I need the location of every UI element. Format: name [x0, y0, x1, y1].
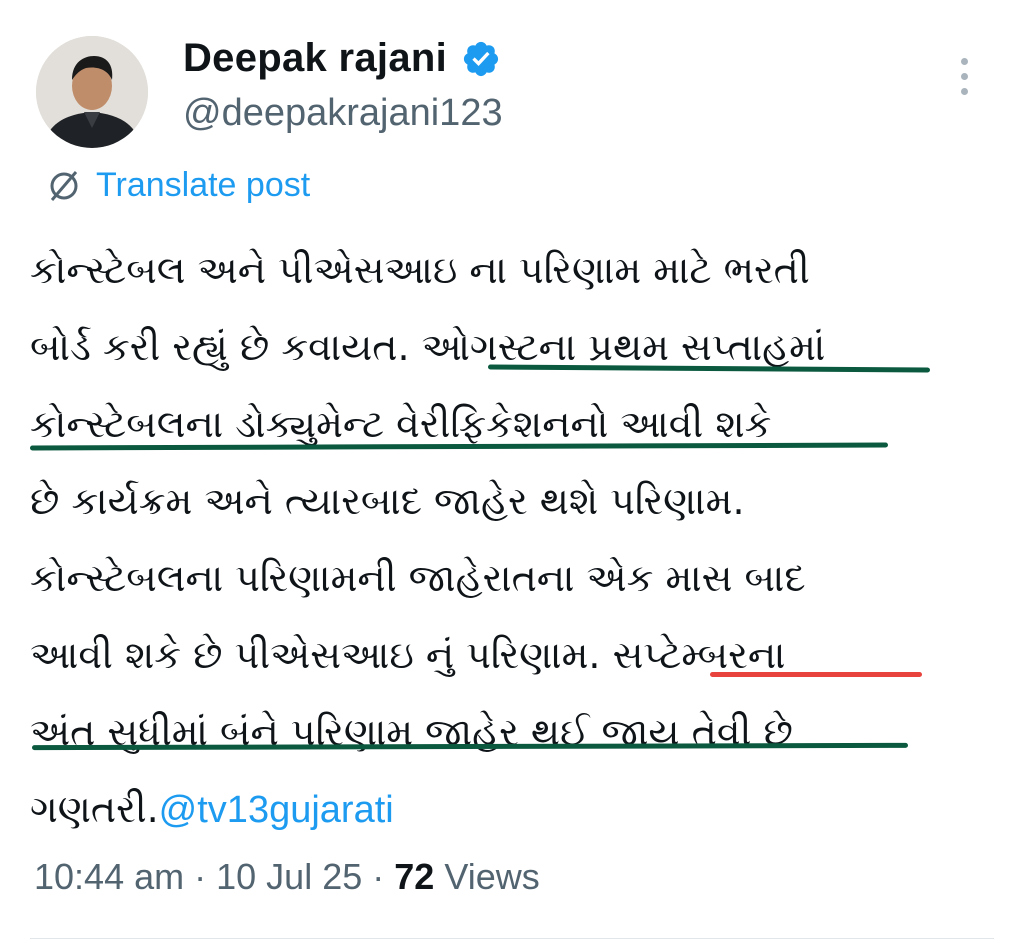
translate-globe-icon	[50, 170, 78, 201]
views-count: 72	[394, 856, 435, 897]
mention-link[interactable]: @tv13gujarati	[159, 789, 394, 831]
post-line: છે કાર્યક્રમ અને ત્યારબાદ જાહેર થશે પરિણ…	[30, 479, 745, 523]
author-name-row[interactable]: Deepak rajani	[183, 36, 501, 81]
author-handle[interactable]: @deepakrajani123	[183, 92, 503, 135]
post-meta: 10:44 am · 10 Jul 25 · 72 Views	[34, 856, 540, 898]
meta-separator: ·	[372, 856, 385, 897]
post-line: ગણતરી.	[30, 787, 159, 831]
verified-badge-icon	[463, 41, 499, 76]
translate-label: Translate post	[96, 166, 311, 204]
views-label: Views	[444, 856, 540, 897]
post-line: અંત સુધીમાં બંને પરિણામ જાહેર થઈ જાય તેવ…	[30, 710, 793, 754]
translate-post-button[interactable]: Translate post	[46, 166, 310, 205]
avatar[interactable]	[36, 36, 148, 148]
post-line: કોન્સ્ટેબલના ડોક્યુમેન્ટ વેરીફિકેશનનો આવ…	[30, 402, 772, 446]
post-text: કોન્સ્ટેબલ અને પીએસઆઇ ના પરિણામ માટે ભરત…	[30, 232, 990, 848]
highlight-underline	[710, 672, 922, 677]
post-last-line: ગણતરી.@tv13gujarati	[30, 771, 990, 848]
profile-photo	[36, 36, 148, 148]
post-line: આવી શકે છે પીએસઆઇ નું પરિણામ. સપ્ટેમ્બરન…	[30, 633, 786, 677]
author-name[interactable]: Deepak rajani	[183, 36, 447, 81]
post-line: કોન્સ્ટેબલ અને પીએસઆઇ ના પરિણામ માટે ભરત…	[30, 248, 810, 292]
post-date[interactable]: 10 Jul 25	[216, 856, 362, 897]
post-time[interactable]: 10:44 am	[34, 856, 184, 897]
divider	[30, 938, 994, 939]
post-line: બોર્ડ કરી રહ્યું છે કવાયત. ઓગસ્ટના પ્રથમ…	[30, 325, 826, 369]
more-options-icon[interactable]	[952, 58, 976, 106]
meta-separator: ·	[194, 856, 207, 897]
post-line: કોન્સ્ટેબલના પરિણામની જાહેરાતના એક માસ બ…	[30, 556, 806, 600]
